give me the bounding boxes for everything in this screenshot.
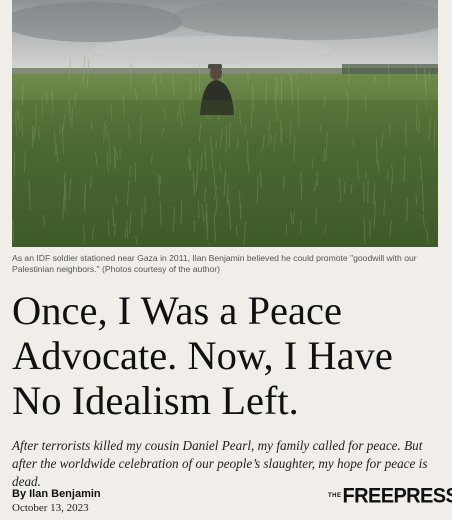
free-press-logo[interactable]: THE FREEPRESS (328, 484, 452, 508)
article-headline: Once, I Was a Peace Advocate. Now, I Hav… (12, 288, 393, 423)
photo-caption: As an IDF soldier stationed near Gaza in… (12, 253, 417, 274)
article-subheadline: After terrorists killed my cousin Daniel… (12, 438, 428, 489)
article-hero-photo (12, 0, 438, 247)
publish-date: October 13, 2023 (12, 502, 89, 514)
logo-the: THE (328, 493, 342, 499)
wheat-field-photo-icon (12, 0, 438, 247)
author-byline[interactable]: By Ilan Benjamin (12, 488, 101, 500)
logo-wordmark: FREEPRESS (342, 484, 452, 508)
